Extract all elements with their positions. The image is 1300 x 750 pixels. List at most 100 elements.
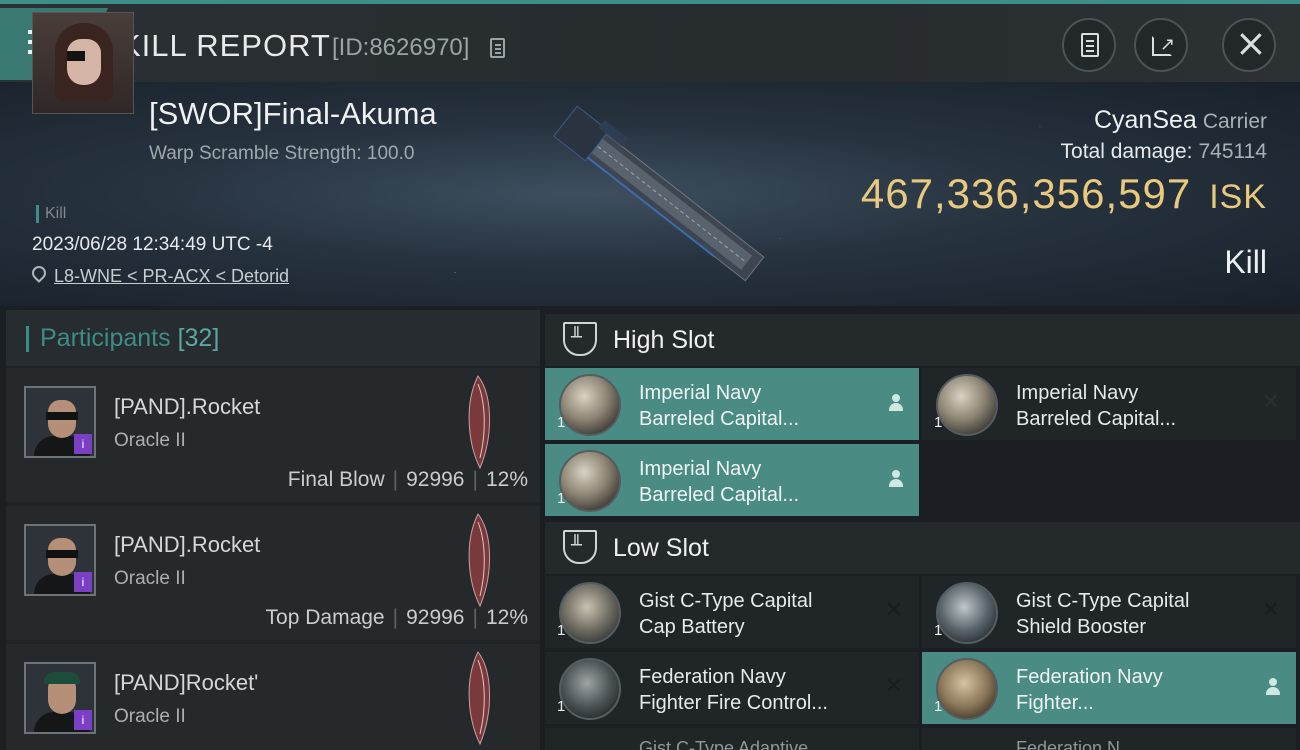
module-item-partial[interactable]: Federation N [922, 728, 1296, 750]
rank-badge-icon: i [74, 434, 92, 454]
destroyed-x-icon: ✕ [1261, 598, 1280, 623]
module-icon [936, 658, 998, 720]
isk-amount: 467,336,356,597 [860, 170, 1192, 217]
module-icon [559, 450, 621, 512]
total-damage-value: 745114 [1198, 140, 1267, 163]
module-qty: 1 [557, 622, 566, 639]
module-item[interactable]: 1 Imperial Navy Barreled Capital... [545, 368, 919, 440]
module-name: Gist C-Type Capital Shield Booster [1016, 590, 1190, 638]
participant-ship-icon [468, 375, 490, 470]
top-bar: KILL REPORT [ID:8626970] ↗ × [0, 0, 1300, 82]
high-slot-icon [563, 322, 597, 356]
module-item[interactable]: 1 Federation Navy Fighter... [922, 652, 1296, 724]
module-qty: 1 [934, 414, 943, 431]
participant-card[interactable]: i [PAND].Rocket Oracle II Top Damage | 929… [6, 506, 540, 640]
destroyed-x-icon: ✕ [884, 598, 903, 623]
share-button[interactable]: ↗ [1134, 18, 1188, 72]
participant-role: Final Blow [287, 468, 385, 491]
victim-corp: CyanSea Carrier [1094, 106, 1267, 135]
isk-value: 467,336,356,597 ISK [861, 170, 1267, 218]
result-label: Kill [1224, 244, 1267, 280]
participant-name: [PAND].Rocket [114, 532, 261, 557]
destroyed-x-icon: ✕ [884, 674, 903, 699]
clipboard-icon [1081, 33, 1099, 57]
participant-stats: Top Damage | 92996 | 12% [265, 606, 528, 629]
participant-ship-icon [468, 651, 490, 746]
participant-stats: Final Blow | 92996 | 12% [287, 468, 528, 491]
module-qty: 1 [934, 622, 943, 639]
participant-role: Top Damage [265, 606, 385, 629]
module-item[interactable]: 1 Imperial Navy Barreled Capital... ✕ [922, 368, 1296, 440]
module-item[interactable]: 1 Gist C-Type Capital Cap Battery ✕ [545, 576, 919, 648]
module-icon [559, 582, 621, 644]
report-id: [ID:8626970] [332, 34, 470, 61]
total-damage: Total damage: 745114 [1061, 140, 1267, 164]
participant-percent: 12% [485, 468, 528, 491]
module-item[interactable]: 1 Gist C-Type Capital Shield Booster ✕ [922, 576, 1296, 648]
module-item[interactable]: 1 Federation Navy Fighter Fire Control..… [545, 652, 919, 724]
participants-count: [32] [177, 324, 220, 352]
module-name: Federation Navy Fighter... [1016, 666, 1163, 714]
dropped-person-icon [889, 470, 903, 488]
module-qty: 1 [934, 698, 943, 715]
participant-name: [PAND].Rocket [114, 394, 261, 419]
participant-ship: Oracle II [114, 568, 186, 589]
participant-card[interactable]: i [PAND]Rocket' Oracle II [6, 644, 540, 750]
module-name: Imperial Navy Barreled Capital... [639, 458, 800, 506]
avatar: i [24, 662, 96, 734]
warp-scramble-strength: Warp Scramble Strength: 100.0 [149, 143, 415, 164]
module-item-partial[interactable]: Gist C-Type Adaptive [545, 728, 919, 750]
participant-name: [PAND]Rocket' [114, 670, 259, 695]
high-slot-label: High Slot [613, 326, 715, 354]
low-slot-icon [563, 530, 597, 564]
victim-portrait[interactable] [32, 12, 134, 114]
ship-class: Carrier [1202, 110, 1267, 133]
low-slot-header: Low Slot [545, 522, 1300, 574]
corp-name[interactable]: CyanSea [1094, 106, 1197, 134]
rank-badge-icon: i [74, 572, 92, 592]
close-icon: × [1235, 21, 1267, 65]
dropped-person-icon [1266, 678, 1280, 696]
kill-tag: Kill [36, 205, 66, 223]
dropped-person-icon [889, 394, 903, 412]
participant-ship-icon [468, 513, 490, 608]
module-icon [559, 374, 621, 436]
participant-card[interactable]: i [PAND].Rocket Oracle II Final Blow | 929… [6, 368, 540, 502]
module-icon [559, 658, 621, 720]
module-qty: 1 [557, 414, 566, 431]
high-slot-header: High Slot [545, 314, 1300, 366]
rank-badge-icon: i [74, 710, 92, 730]
participants-label: Participants [40, 324, 171, 352]
module-name: Gist C-Type Capital Cap Battery [639, 590, 813, 638]
avatar: i [24, 386, 96, 458]
participant-damage: 92996 [406, 468, 465, 491]
avatar: i [24, 524, 96, 596]
module-icon [936, 582, 998, 644]
clipboard-button[interactable] [1062, 18, 1116, 72]
module-icon [936, 374, 998, 436]
module-name: Imperial Navy Barreled Capital... [1016, 382, 1177, 430]
module-name: Federation Navy Fighter Fire Control... [639, 666, 828, 714]
module-qty: 1 [557, 490, 566, 507]
page-title: KILL REPORT [120, 28, 331, 63]
module-qty: 1 [557, 698, 566, 715]
module-name: Imperial Navy Barreled Capital... [639, 382, 800, 430]
participants-header[interactable]: Participants [32] [6, 310, 540, 366]
destroyed-x-icon: ✕ [1261, 390, 1280, 415]
participant-ship: Oracle II [114, 706, 186, 727]
victim-ship-image [553, 105, 765, 282]
participant-damage: 92996 [406, 606, 465, 629]
module-name: Federation N [1016, 738, 1121, 750]
low-slot-label: Low Slot [613, 534, 709, 562]
victim-name[interactable]: [SWOR]Final-Akuma [149, 96, 437, 132]
module-item[interactable]: 1 Imperial Navy Barreled Capital... [545, 444, 919, 516]
module-name: Gist C-Type Adaptive [639, 738, 809, 750]
participants-panel: Participants [32] i [PAND].Rocket Oracle… [6, 310, 540, 750]
close-button[interactable]: × [1222, 18, 1276, 72]
isk-unit: ISK [1209, 178, 1267, 216]
total-damage-label: Total damage: [1060, 140, 1193, 163]
participant-percent: 12% [485, 606, 528, 629]
participant-ship: Oracle II [114, 430, 186, 451]
copy-icon[interactable] [490, 38, 505, 58]
location-link[interactable]: L8-WNE < PR-ACX < Detorid [54, 266, 289, 287]
